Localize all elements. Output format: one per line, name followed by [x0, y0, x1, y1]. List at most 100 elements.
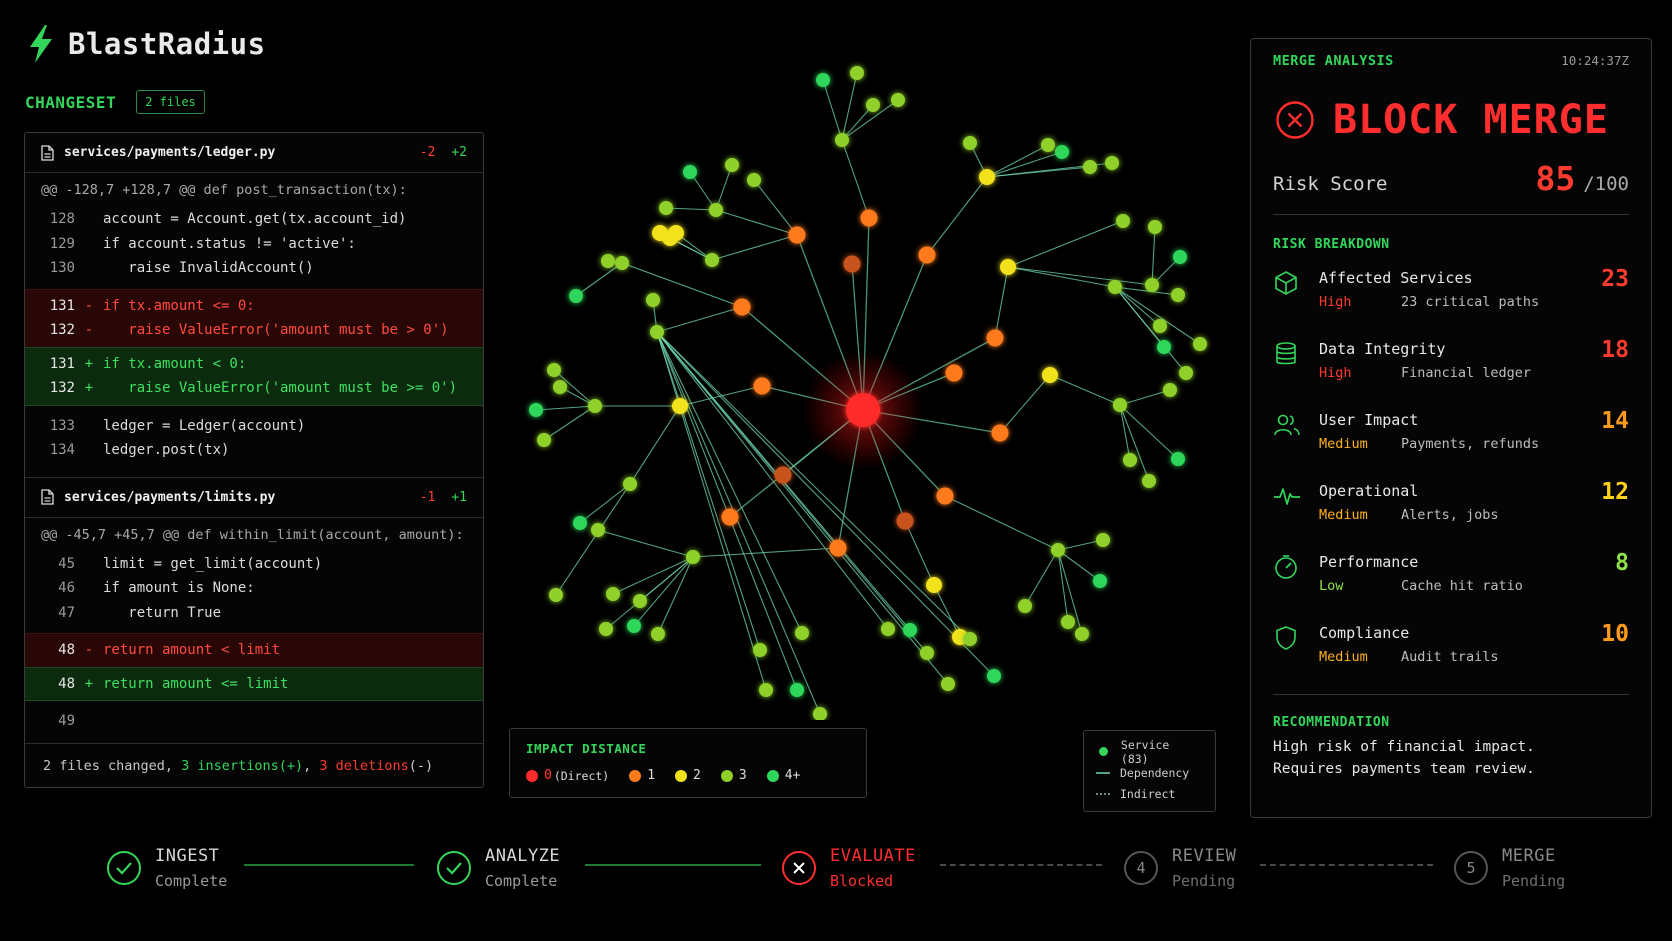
service-node[interactable]: [936, 487, 954, 505]
service-node[interactable]: [1083, 160, 1097, 174]
service-node[interactable]: [941, 677, 955, 691]
blast-radius-graph[interactable]: [500, 60, 1230, 720]
service-node[interactable]: [529, 403, 543, 417]
service-node[interactable]: [963, 136, 977, 150]
service-node[interactable]: [633, 594, 647, 608]
service-node[interactable]: [725, 158, 739, 172]
service-node[interactable]: [986, 329, 1004, 347]
service-node[interactable]: [835, 133, 849, 147]
file-header[interactable]: services/payments/limits.py -1 +1: [25, 478, 483, 518]
risk-desc: Financial ledger: [1401, 365, 1532, 381]
service-node[interactable]: [945, 364, 963, 382]
service-node[interactable]: [1061, 615, 1075, 629]
service-node[interactable]: [790, 683, 804, 697]
service-node[interactable]: [774, 466, 792, 484]
service-node[interactable]: [709, 203, 723, 217]
service-node[interactable]: [1142, 474, 1156, 488]
file-header[interactable]: services/payments/ledger.py -2 +2: [25, 133, 483, 173]
service-node[interactable]: [1018, 599, 1032, 613]
service-node[interactable]: [1055, 145, 1069, 159]
stage-ingest[interactable]: INGEST Complete: [107, 846, 227, 890]
service-node[interactable]: [1096, 533, 1110, 547]
service-node[interactable]: [979, 169, 995, 185]
service-node[interactable]: [615, 256, 629, 270]
service-node[interactable]: [1171, 288, 1185, 302]
service-node[interactable]: [918, 246, 936, 264]
service-node[interactable]: [1173, 250, 1187, 264]
service-node[interactable]: [903, 623, 917, 637]
service-node[interactable]: [627, 619, 641, 633]
service-node[interactable]: [1105, 156, 1119, 170]
service-node[interactable]: [646, 293, 660, 307]
service-node[interactable]: [1163, 383, 1177, 397]
service-node[interactable]: [788, 226, 806, 244]
service-node[interactable]: [591, 523, 605, 537]
stage-name: MERGE: [1502, 846, 1556, 866]
service-node[interactable]: [686, 550, 700, 564]
service-node[interactable]: [1193, 337, 1207, 351]
service-node[interactable]: [601, 254, 615, 268]
service-node[interactable]: [753, 377, 771, 395]
service-node[interactable]: [659, 201, 673, 215]
service-node[interactable]: [672, 398, 688, 414]
service-node[interactable]: [829, 539, 847, 557]
service-node[interactable]: [816, 73, 830, 87]
service-node[interactable]: [1123, 453, 1137, 467]
service-node[interactable]: [599, 622, 613, 636]
service-node[interactable]: [1042, 367, 1058, 383]
service-node[interactable]: [650, 325, 664, 339]
service-node[interactable]: [963, 632, 977, 646]
service-node[interactable]: [843, 255, 861, 273]
service-node[interactable]: [606, 587, 620, 601]
service-node[interactable]: [651, 627, 665, 641]
service-node[interactable]: [891, 93, 905, 107]
stage-review[interactable]: 4 REVIEW Pending: [1124, 846, 1236, 890]
service-node[interactable]: [1145, 278, 1159, 292]
risk-item-operational: Operational Medium Alerts, jobs 12: [1273, 479, 1629, 550]
service-node[interactable]: [813, 707, 827, 720]
service-node[interactable]: [1179, 366, 1193, 380]
service-node[interactable]: [1157, 340, 1171, 354]
service-node[interactable]: [860, 209, 878, 227]
service-node[interactable]: [1108, 280, 1122, 294]
stage-analyze[interactable]: ANALYZE Complete: [437, 846, 560, 890]
service-node[interactable]: [896, 512, 914, 530]
service-node[interactable]: [920, 646, 934, 660]
service-node[interactable]: [1075, 627, 1089, 641]
service-node[interactable]: [733, 298, 751, 316]
service-node[interactable]: [1153, 319, 1167, 333]
service-node[interactable]: [1000, 259, 1016, 275]
service-node[interactable]: [1116, 214, 1130, 228]
service-node[interactable]: [547, 363, 561, 377]
service-node[interactable]: [1113, 398, 1127, 412]
service-node[interactable]: [1171, 452, 1185, 466]
service-node[interactable]: [588, 399, 602, 413]
stage-merge[interactable]: 5 MERGE Pending: [1454, 846, 1565, 890]
service-node[interactable]: [850, 66, 864, 80]
service-node[interactable]: [652, 225, 668, 241]
service-node[interactable]: [537, 433, 551, 447]
service-node[interactable]: [549, 588, 563, 602]
changed-service-node[interactable]: [846, 393, 880, 427]
service-node[interactable]: [753, 643, 767, 657]
service-node[interactable]: [881, 622, 895, 636]
service-node[interactable]: [1051, 543, 1065, 557]
service-node[interactable]: [683, 165, 697, 179]
service-node[interactable]: [553, 380, 567, 394]
service-node[interactable]: [759, 683, 773, 697]
service-node[interactable]: [569, 289, 583, 303]
service-node[interactable]: [623, 477, 637, 491]
service-node[interactable]: [926, 577, 942, 593]
service-node[interactable]: [1041, 138, 1055, 152]
service-node[interactable]: [795, 626, 809, 640]
service-node[interactable]: [1148, 220, 1162, 234]
service-node[interactable]: [991, 424, 1009, 442]
service-node[interactable]: [705, 253, 719, 267]
service-node[interactable]: [987, 669, 1001, 683]
service-node[interactable]: [721, 508, 739, 526]
service-node[interactable]: [573, 516, 587, 530]
service-node[interactable]: [866, 98, 880, 112]
service-node[interactable]: [1093, 574, 1107, 588]
service-node[interactable]: [747, 173, 761, 187]
stage-evaluate[interactable]: EVALUATE Blocked: [782, 846, 916, 890]
